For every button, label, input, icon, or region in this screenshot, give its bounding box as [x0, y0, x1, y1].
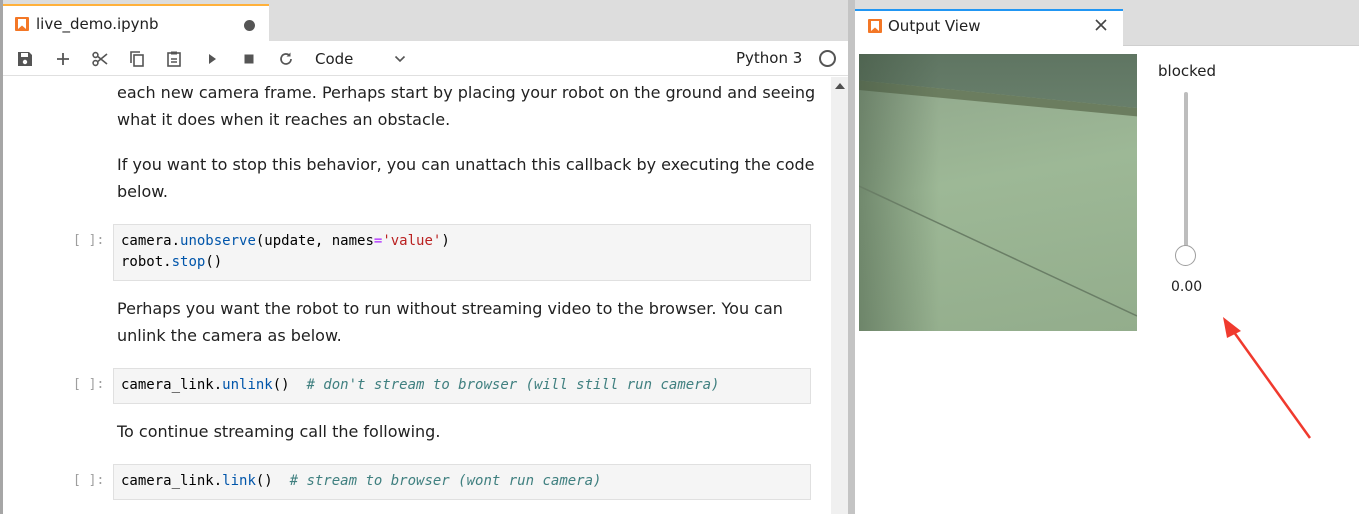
copy-icon [130, 51, 144, 67]
copy-button[interactable] [126, 48, 148, 70]
code-token: camera [121, 233, 172, 249]
add-cell-icon [57, 53, 69, 65]
code-comment: # stream to browser (wont run camera) [289, 473, 602, 489]
notebook-tab-title: live_demo.ipynb [36, 15, 159, 33]
code-token: stop [171, 254, 206, 270]
output-view-tab[interactable]: Output View [855, 9, 1123, 46]
code-line: camera.unobserve(update, names='value') [121, 231, 803, 252]
paste-icon [167, 51, 181, 67]
code-token: (update, names [255, 233, 374, 249]
input-prompt: [ ]: [73, 233, 105, 248]
markdown-cell[interactable]: each new camera frame. Perhaps start by … [117, 79, 815, 133]
cut-icon [92, 51, 108, 67]
code-line: camera_link.link() # stream to browser (… [121, 471, 803, 492]
panel-splitter[interactable] [848, 0, 855, 514]
run-button[interactable] [201, 48, 223, 70]
markdown-line: below. [117, 182, 168, 201]
stop-icon [244, 54, 254, 64]
code-token: unobserve [180, 233, 256, 249]
markdown-line: each new camera frame. Perhaps start by … [117, 83, 816, 102]
scroll-up-arrow-icon[interactable] [835, 83, 845, 89]
markdown-line: To continue streaming call the following… [117, 422, 441, 441]
notebook-cells: each new camera frame. Perhaps start by … [3, 77, 831, 514]
input-prompt: [ ]: [73, 377, 105, 392]
input-prompt: [ ]: [73, 473, 105, 488]
code-cell[interactable]: camera_link.link() # stream to browser (… [113, 464, 811, 500]
markdown-line: Perhaps you want the robot to run withou… [117, 299, 783, 318]
add-cell-button[interactable] [52, 48, 74, 70]
code-token: () [255, 473, 290, 489]
code-token: 'value' [382, 233, 442, 249]
code-token: ) [441, 233, 450, 249]
notebook-toolbar: Code Python 3 [3, 41, 848, 76]
close-icon[interactable] [1093, 17, 1109, 33]
code-token: () [205, 254, 223, 270]
code-token: camera_link [121, 377, 214, 393]
output-tab-bar: Output View [855, 0, 1359, 46]
notebook-icon [15, 17, 29, 31]
code-token: () [272, 377, 307, 393]
code-line: camera_link.unlink() # don't stream to b… [121, 375, 803, 396]
markdown-line: unlink the camera as below. [117, 326, 342, 345]
notebook-tab-bar: live_demo.ipynb [3, 0, 848, 41]
code-token: . [163, 254, 172, 270]
run-icon [209, 54, 216, 64]
blocked-slider-label: blocked [1158, 62, 1217, 80]
markdown-cell[interactable]: Perhaps you want the robot to run withou… [117, 295, 783, 349]
chevron-down-icon [394, 55, 406, 63]
code-cell[interactable]: camera.unobserve(update, names='value') r… [113, 224, 811, 281]
markdown-line: If you want to stop this behavior, you c… [117, 155, 815, 174]
restart-icon [280, 52, 292, 65]
paste-button[interactable] [163, 48, 185, 70]
save-icon [18, 52, 32, 66]
markdown-cell[interactable]: To continue streaming call the following… [117, 418, 440, 445]
code-cell[interactable]: camera_link.unlink() # don't stream to b… [113, 368, 811, 404]
markdown-cell[interactable]: If you want to stop this behavior, you c… [117, 151, 815, 205]
output-view-icon [868, 19, 882, 33]
stop-button[interactable] [238, 48, 260, 70]
notebook-tab[interactable]: live_demo.ipynb [3, 4, 269, 41]
markdown-line: what it does when it reaches an obstacle… [117, 110, 451, 129]
code-token: link [222, 473, 256, 489]
blocked-slider-handle[interactable] [1175, 245, 1196, 266]
vertical-scrollbar[interactable] [831, 77, 848, 514]
blocked-slider-track[interactable] [1184, 92, 1188, 252]
output-view-panel: Output View blocked 0.00 [855, 0, 1359, 514]
code-line: robot.stop() [121, 252, 803, 273]
cell-type-value: Code [315, 50, 354, 68]
blocked-slider-value: 0.00 [1171, 279, 1203, 295]
code-token: . [171, 233, 181, 249]
unsaved-indicator-icon[interactable] [244, 20, 255, 31]
camera-feed-image [859, 54, 1137, 331]
output-view-tab-title: Output View [888, 17, 981, 35]
code-token: camera_link [121, 473, 214, 489]
code-comment: # don't stream to browser (will still ru… [306, 377, 720, 393]
cell-type-dropdown[interactable]: Code [310, 48, 410, 70]
cut-button[interactable] [89, 48, 111, 70]
kernel-idle-status-icon [819, 50, 836, 67]
restart-button[interactable] [275, 48, 297, 70]
code-token: unlink [222, 377, 273, 393]
code-token: robot [121, 254, 164, 270]
camera-floor-seam [859, 185, 1137, 317]
save-button[interactable] [14, 48, 36, 70]
code-token: . [213, 473, 223, 489]
kernel-name[interactable]: Python 3 [736, 49, 802, 67]
notebook-panel: live_demo.ipynb Code Python 3 each new c… [0, 0, 848, 514]
code-token: . [213, 377, 223, 393]
